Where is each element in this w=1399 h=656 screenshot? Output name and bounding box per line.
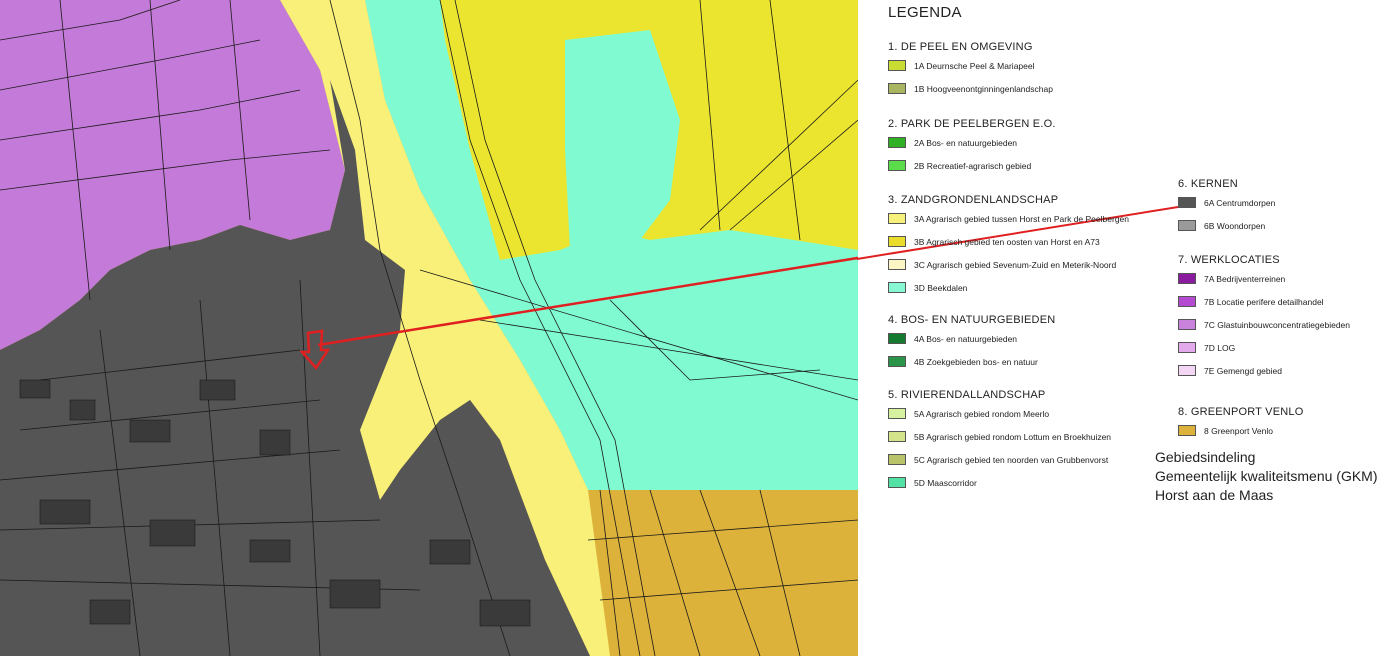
legend-label: 7A Bedrijventerreinen (1204, 273, 1286, 284)
swatch-5a (888, 408, 906, 419)
legend-heading: 7. WERKLOCATIES (1178, 254, 1280, 266)
legend-label: 4A Bos- en natuurgebieden (914, 333, 1018, 344)
swatch-7c (1178, 319, 1196, 330)
legend-label: 6A Centrumdorpen (1204, 197, 1276, 208)
legend-item-3b: 3B Agrarisch gebied ten oosten van Horst… (888, 230, 1129, 253)
legend-item-7c: 7C Glastuinbouwconcentratiegebieden (1178, 313, 1350, 336)
legend-item-8: 8 Greenport Venlo (1178, 419, 1303, 442)
legend-section-5: 5. RIVIERENDALLANDSCHAP 5A Agrarisch geb… (888, 388, 1111, 494)
swatch-7e (1178, 365, 1196, 376)
caption-line-3: Horst aan de Maas (1155, 487, 1274, 503)
legend-label: 5D Maascorridor (914, 477, 977, 488)
legend-section-1: 1. DE PEEL EN OMGEVING 1A Deurnsche Peel… (888, 40, 1053, 100)
legend-label: 6B Woondorpen (1204, 220, 1266, 231)
swatch-3c (888, 259, 906, 270)
legend-title: LEGENDA (888, 4, 962, 21)
map-caption: Gebiedsindeling Gemeentelijk kwaliteitsm… (1155, 448, 1378, 505)
swatch-4b (888, 356, 906, 367)
legend-section-8: 8. GREENPORT VENLO 8 Greenport Venlo (1178, 405, 1303, 442)
legend-label: 7D LOG (1204, 342, 1236, 353)
legend-item-3a: 3A Agrarisch gebied tussen Horst en Park… (888, 207, 1129, 230)
legend-item-4b: 4B Zoekgebieden bos- en natuur (888, 350, 1055, 373)
legend-item-5c: 5C Agrarisch gebied ten noorden van Grub… (888, 448, 1111, 471)
swatch-8 (1178, 425, 1196, 436)
swatch-1b (888, 83, 906, 94)
caption-line-1: Gebiedsindeling (1155, 449, 1256, 465)
legend-section-4: 4. BOS- EN NATUURGEBIEDEN 4A Bos- en nat… (888, 313, 1055, 373)
legend-label: 2A Bos- en natuurgebieden (914, 137, 1018, 148)
legend-item-4a: 4A Bos- en natuurgebieden (888, 327, 1055, 350)
legend-heading: 1. DE PEEL EN OMGEVING (888, 41, 1033, 53)
legend-item-2b: 2B Recreatief-agrarisch gebied (888, 154, 1056, 177)
map-canvas (0, 0, 858, 656)
legend-item-6b: 6B Woondorpen (1178, 214, 1275, 237)
legend-section-2: 2. PARK DE PEELBERGEN E.O. 2A Bos- en na… (888, 117, 1056, 177)
legend-heading: 2. PARK DE PEELBERGEN E.O. (888, 118, 1056, 130)
legend-section-3: 3. ZANDGRONDENLANDSCHAP 3A Agrarisch geb… (888, 193, 1129, 299)
legend-item-5d: 5D Maascorridor (888, 471, 1111, 494)
swatch-6b (1178, 220, 1196, 231)
legend-heading: 8. GREENPORT VENLO (1178, 406, 1304, 418)
legend-item-5b: 5B Agrarisch gebied rondom Lottum en Bro… (888, 425, 1111, 448)
map-view[interactable] (0, 0, 858, 656)
legend-item-7e: 7E Gemengd gebied (1178, 359, 1350, 382)
legend-item-7b: 7B Locatie perifere detailhandel (1178, 290, 1350, 313)
swatch-2b (888, 160, 906, 171)
legend-label: 7B Locatie perifere detailhandel (1204, 296, 1324, 307)
swatch-5c (888, 454, 906, 465)
legend-item-7a: 7A Bedrijventerreinen (1178, 267, 1350, 290)
swatch-3a (888, 213, 906, 224)
legend-label: 8 Greenport Venlo (1204, 425, 1273, 436)
swatch-7d (1178, 342, 1196, 353)
caption-line-2: Gemeentelijk kwaliteitsmenu (GKM) (1155, 468, 1378, 484)
swatch-3d (888, 282, 906, 293)
legend-item-2a: 2A Bos- en natuurgebieden (888, 131, 1056, 154)
legend-label: 1A Deurnsche Peel & Mariapeel (914, 60, 1035, 71)
legend-item-6a: 6A Centrumdorpen (1178, 191, 1275, 214)
legend-item-1a: 1A Deurnsche Peel & Mariapeel (888, 54, 1053, 77)
legend-label: 3B Agrarisch gebied ten oosten van Horst… (914, 236, 1100, 247)
legend-heading: 5. RIVIERENDALLANDSCHAP (888, 389, 1046, 401)
legend-item-1b: 1B Hoogveenontginningenlandschap (888, 77, 1053, 100)
swatch-3b (888, 236, 906, 247)
legend-label: 2B Recreatief-agrarisch gebied (914, 160, 1032, 171)
swatch-1a (888, 60, 906, 71)
legend-label: 5B Agrarisch gebied rondom Lottum en Bro… (914, 431, 1112, 442)
legend-section-7: 7. WERKLOCATIES 7A Bedrijventerreinen 7B… (1178, 253, 1350, 382)
legend-label: 7E Gemengd gebied (1204, 365, 1282, 376)
legend-item-5a: 5A Agrarisch gebied rondom Meerlo (888, 402, 1111, 425)
swatch-2a (888, 137, 906, 148)
legend-heading: 6. KERNEN (1178, 178, 1238, 190)
legend-label: 7C Glastuinbouwconcentratiegebieden (1204, 319, 1351, 330)
legend-section-6: 6. KERNEN 6A Centrumdorpen 6B Woondorpen (1178, 177, 1275, 237)
legend-item-3d: 3D Beekdalen (888, 276, 1129, 299)
legend-heading: 3. ZANDGRONDENLANDSCHAP (888, 194, 1059, 206)
legend-label: 3D Beekdalen (914, 282, 968, 293)
legend-label: 3C Agrarisch gebied Sevenum-Zuid en Mete… (914, 259, 1117, 270)
swatch-4a (888, 333, 906, 344)
legend-heading: 4. BOS- EN NATUURGEBIEDEN (888, 314, 1056, 326)
swatch-7a (1178, 273, 1196, 284)
swatch-7b (1178, 296, 1196, 307)
legend-item-3c: 3C Agrarisch gebied Sevenum-Zuid en Mete… (888, 253, 1129, 276)
swatch-5d (888, 477, 906, 488)
swatch-6a (1178, 197, 1196, 208)
legend-label: 4B Zoekgebieden bos- en natuur (914, 356, 1038, 367)
swatch-5b (888, 431, 906, 442)
legend-label: 5C Agrarisch gebied ten noorden van Grub… (914, 454, 1109, 465)
legend-label: 5A Agrarisch gebied rondom Meerlo (914, 408, 1050, 419)
legend-item-7d: 7D LOG (1178, 336, 1350, 359)
legend-label: 3A Agrarisch gebied tussen Horst en Park… (914, 213, 1129, 224)
legend-label: 1B Hoogveenontginningenlandschap (914, 83, 1053, 94)
legend-panel: LEGENDA 1. DE PEEL EN OMGEVING 1A Deurns… (860, 0, 1399, 656)
